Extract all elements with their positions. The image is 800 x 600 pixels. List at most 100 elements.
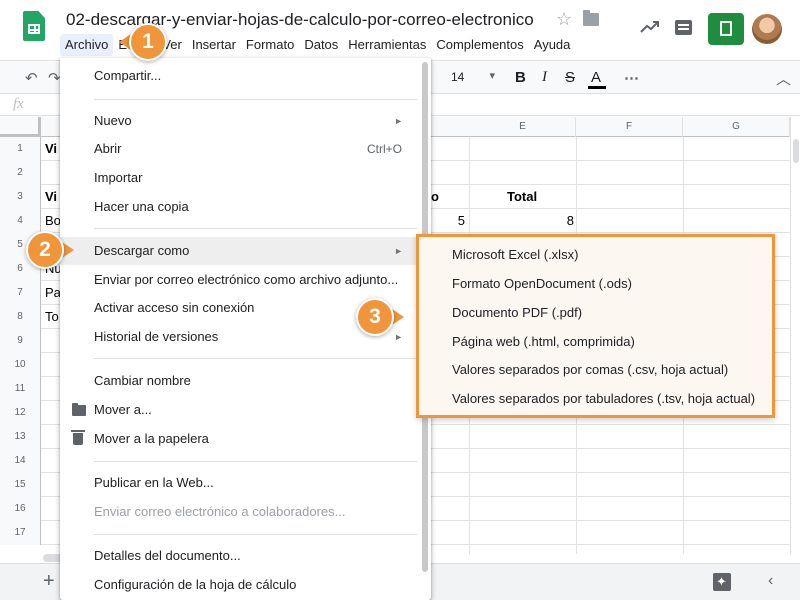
text-color-button[interactable]: A xyxy=(591,69,601,86)
row-header[interactable]: 13 xyxy=(0,425,41,449)
menu-divider xyxy=(94,461,417,462)
explore-icon[interactable] xyxy=(713,573,731,591)
row-header[interactable]: 8 xyxy=(0,305,41,329)
menu-item-label: Descargar como xyxy=(94,243,190,258)
menu-item-label: Mover a la papelera xyxy=(94,431,209,446)
cell-a4[interactable]: Bo xyxy=(45,209,61,233)
row-header[interactable]: 10 xyxy=(0,353,41,377)
download-submenu: Microsoft Excel (.xlsx) Formato OpenDocu… xyxy=(416,234,775,418)
fx-icon: fx xyxy=(13,96,24,112)
column-header-f[interactable]: F xyxy=(576,117,683,137)
text-color-swatch xyxy=(588,86,606,89)
menu-item-trash[interactable]: Mover a la papelera xyxy=(60,425,431,453)
submenu-item-tsv[interactable]: Valores separados por tabuladores (.tsv,… xyxy=(419,385,772,413)
menu-item-rename[interactable]: Cambiar nombre xyxy=(60,367,431,395)
row-header[interactable]: 9 xyxy=(0,329,41,353)
cell-a7[interactable]: Pa xyxy=(45,281,61,305)
add-sheet-button[interactable]: + xyxy=(43,570,55,593)
collapse-menus-icon[interactable]: ︿ xyxy=(776,68,791,89)
menu-complementos[interactable]: Complementos xyxy=(431,34,528,56)
menu-item-publish[interactable]: Publicar en la Web... xyxy=(60,469,431,497)
select-all-corner[interactable] xyxy=(0,117,41,137)
cell-a1[interactable]: Vi xyxy=(45,137,57,161)
row-header[interactable]: 11 xyxy=(0,377,41,401)
submenu-arrow-icon: ► xyxy=(394,246,403,256)
menu-item-label: Abrir xyxy=(94,141,122,156)
submenu-arrow-icon: ► xyxy=(394,116,403,126)
more-options-icon[interactable]: ⋯ xyxy=(624,69,640,87)
strikethrough-button[interactable]: S xyxy=(565,69,575,86)
cell-d3[interactable]: o xyxy=(431,185,439,209)
column-header-e[interactable]: E xyxy=(470,117,576,137)
submenu-item-ods[interactable]: Formato OpenDocument (.ods) xyxy=(419,270,772,298)
vertical-scrollbar[interactable] xyxy=(790,117,800,554)
menu-item-move-to[interactable]: Mover a... xyxy=(60,396,431,424)
collapse-side-panel-icon[interactable]: ‹ xyxy=(768,572,773,590)
font-size-select[interactable]: 14 xyxy=(443,66,501,88)
redo-icon[interactable]: ↷ xyxy=(48,69,61,87)
menu-item-email-attachment[interactable]: Enviar por correo electrónico como archi… xyxy=(60,266,431,294)
avatar[interactable] xyxy=(752,14,782,44)
shortcut-label: Ctrl+O xyxy=(366,142,402,156)
menu-divider xyxy=(94,358,417,359)
menu-ayuda[interactable]: Ayuda xyxy=(529,34,576,56)
share-button[interactable] xyxy=(708,13,744,45)
callout-step-3: 3 xyxy=(356,298,404,340)
menu-formato[interactable]: Formato xyxy=(241,34,299,56)
undo-icon[interactable]: ↶ xyxy=(25,69,38,87)
row-header[interactable]: 1 xyxy=(0,137,41,161)
cell-a8[interactable]: To xyxy=(45,305,59,329)
menu-item-download-as[interactable]: Descargar como ► xyxy=(60,237,431,265)
menu-item-import[interactable]: Importar xyxy=(60,164,431,192)
menu-item-label: Mover a... xyxy=(94,402,152,417)
row-header[interactable]: 16 xyxy=(0,497,41,521)
folder-icon[interactable] xyxy=(583,10,599,26)
callout-number: 3 xyxy=(356,298,394,336)
star-icon[interactable]: ☆ xyxy=(556,9,572,30)
cell-a3[interactable]: Vi xyxy=(45,185,57,209)
menu-item-open[interactable]: Abrir Ctrl+O xyxy=(60,135,431,163)
trend-icon[interactable] xyxy=(640,20,660,34)
submenu-item-pdf[interactable]: Documento PDF (.pdf) xyxy=(419,299,772,327)
column-header-g[interactable]: G xyxy=(683,117,790,137)
bold-button[interactable]: B xyxy=(515,69,526,86)
menu-item-share[interactable]: Compartir... xyxy=(60,62,431,90)
row-header[interactable]: 3 xyxy=(0,185,41,209)
menu-divider xyxy=(94,228,417,229)
row-header[interactable]: 2 xyxy=(0,161,41,185)
menu-insertar[interactable]: Insertar xyxy=(187,34,241,56)
menu-divider xyxy=(94,99,417,100)
callout-number: 1 xyxy=(129,23,167,61)
row-header[interactable]: 12 xyxy=(0,401,41,425)
comment-icon[interactable] xyxy=(675,20,692,35)
callout-step-2: 2 xyxy=(26,231,74,273)
menu-item-label: Historial de versiones xyxy=(94,329,219,344)
cell-e4[interactable]: 8 xyxy=(470,209,574,233)
menu-item-make-copy[interactable]: Hacer una copia xyxy=(60,193,431,221)
cell-e3[interactable]: Total xyxy=(507,185,537,209)
row-header[interactable]: 7 xyxy=(0,281,41,305)
folder-icon xyxy=(72,403,86,416)
menu-item-settings[interactable]: Configuración de la hoja de cálculo xyxy=(60,571,431,599)
submenu-item-xlsx[interactable]: Microsoft Excel (.xlsx) xyxy=(419,241,772,269)
row-header[interactable]: 17 xyxy=(0,521,41,545)
menu-item-details[interactable]: Detalles del documento... xyxy=(60,542,431,570)
menu-item-label: Nuevo xyxy=(94,113,132,128)
submenu-item-html[interactable]: Página web (.html, comprimida) xyxy=(419,328,772,356)
menu-item-new[interactable]: Nuevo ► xyxy=(60,107,431,135)
italic-button[interactable]: I xyxy=(542,69,547,86)
row-header[interactable]: 14 xyxy=(0,449,41,473)
row-header[interactable]: 15 xyxy=(0,473,41,497)
callout-step-1: 1 xyxy=(119,23,171,65)
submenu-item-csv[interactable]: Valores separados por comas (.csv, hoja … xyxy=(419,356,772,384)
row-header[interactable]: 4 xyxy=(0,209,41,233)
menu-archivo[interactable]: Archivo xyxy=(60,34,114,56)
menu-divider xyxy=(94,534,417,535)
menu-item-email-collaborators: Enviar correo electrónico a colaboradore… xyxy=(94,504,346,519)
scrollbar-thumb[interactable] xyxy=(793,139,799,163)
cell-d4[interactable]: 5 xyxy=(431,209,465,233)
menu-herramientas[interactable]: Herramientas xyxy=(343,34,431,56)
trash-icon xyxy=(71,430,85,445)
menu-datos[interactable]: Datos xyxy=(299,34,343,56)
sheets-logo-icon[interactable] xyxy=(23,11,45,41)
